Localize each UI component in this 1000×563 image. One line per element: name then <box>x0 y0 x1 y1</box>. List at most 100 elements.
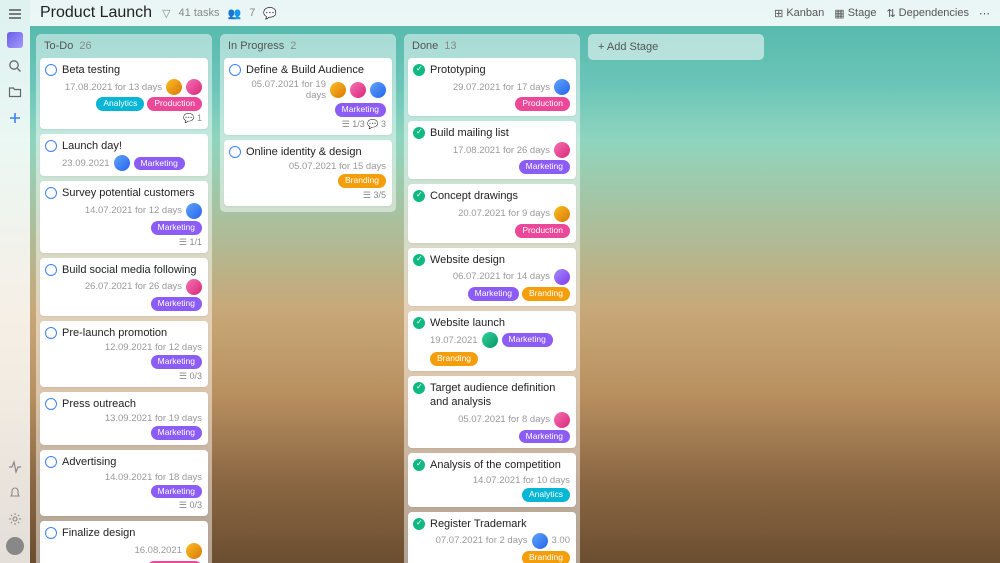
column-header[interactable]: Done 13 <box>404 34 580 58</box>
bell-icon[interactable] <box>7 485 23 501</box>
task-card[interactable]: Press outreach13.09.2021 for 19 daysMark… <box>40 392 208 445</box>
task-card[interactable]: Advertising14.09.2021 for 18 daysMarketi… <box>40 450 208 516</box>
task-card[interactable]: Online identity & design05.07.2021 for 1… <box>224 140 392 206</box>
card-title: Define & Build Audience <box>246 63 386 77</box>
user-avatar[interactable] <box>6 537 24 555</box>
card-date: 29.07.2021 for 17 days <box>430 79 570 95</box>
status-ring-icon[interactable] <box>229 64 241 76</box>
status-ring-icon[interactable] <box>413 190 425 202</box>
card-title: Finalize design <box>62 526 202 540</box>
card-date: 19.07.2021 <box>430 335 478 346</box>
card-subinfo: ☰ 0/3 <box>62 500 202 511</box>
task-card[interactable]: Define & Build Audience05.07.2021 for 19… <box>224 58 392 135</box>
status-ring-icon[interactable] <box>413 459 425 471</box>
avatar <box>114 155 130 171</box>
card-date: 17.08.2021 for 26 days <box>430 142 570 158</box>
app-logo-icon[interactable] <box>7 32 23 48</box>
search-icon[interactable] <box>7 58 23 74</box>
status-ring-icon[interactable] <box>45 327 57 339</box>
task-card[interactable]: Analysis of the competition14.07.2021 fo… <box>408 453 576 506</box>
kanban-board: To-Do 26Beta testing17.08.2021 for 13 da… <box>30 26 1000 563</box>
tasks-filter-icon[interactable]: ▽ <box>162 7 170 20</box>
task-card[interactable]: Website design06.07.2021 for 14 daysMark… <box>408 248 576 306</box>
tag-marketing: Marketing <box>151 297 202 311</box>
status-ring-icon[interactable] <box>45 398 57 410</box>
column-title: Done <box>412 40 438 52</box>
column-in-progress: In Progress 2Define & Build Audience05.0… <box>220 34 396 212</box>
task-card[interactable]: Website launch19.07.2021MarketingBrandin… <box>408 311 576 371</box>
card-date: 17.08.2021 for 13 days <box>62 79 202 95</box>
header-bar: Product Launch ▽ 41 tasks 👥 7 💬 ⊞ Kanban… <box>30 0 1000 26</box>
tag-branding: Branding <box>522 551 570 563</box>
task-card[interactable]: Build social media following26.07.2021 f… <box>40 258 208 316</box>
card-date: 07.07.2021 for 2 days3.00 <box>430 533 570 549</box>
folder-icon[interactable] <box>7 84 23 100</box>
card-date: 20.07.2021 for 9 days <box>430 206 570 222</box>
status-ring-icon[interactable] <box>413 64 425 76</box>
status-ring-icon[interactable] <box>413 317 425 329</box>
activity-icon[interactable] <box>7 459 23 475</box>
more-menu-icon[interactable]: ⋯ <box>979 7 990 20</box>
dependencies-view-button[interactable]: ⇅ Dependencies <box>886 7 969 20</box>
add-stage-button[interactable]: + Add Stage <box>588 34 764 60</box>
task-card[interactable]: Beta testing17.08.2021 for 13 daysAnalyt… <box>40 58 208 129</box>
hamburger-icon[interactable] <box>7 6 23 22</box>
column-header[interactable]: To-Do 26 <box>36 34 212 58</box>
status-ring-icon[interactable] <box>45 456 57 468</box>
task-card[interactable]: Survey potential customers14.07.2021 for… <box>40 181 208 252</box>
card-date: 13.09.2021 for 19 days <box>62 413 202 424</box>
card-date: 14.07.2021 for 12 days <box>62 203 202 219</box>
avatar <box>186 79 202 95</box>
tag-marketing: Marketing <box>151 426 202 440</box>
task-card[interactable]: Pre-launch promotion12.09.2021 for 12 da… <box>40 321 208 387</box>
tag-production: Production <box>147 97 202 111</box>
avatar <box>554 142 570 158</box>
plus-icon[interactable] <box>7 110 23 126</box>
card-title: Register Trademark <box>430 517 570 531</box>
stage-view-button[interactable]: ▦ Stage <box>834 7 876 20</box>
task-card[interactable]: Register Trademark 07.07.2021 for 2 days3… <box>408 512 576 563</box>
status-ring-icon[interactable] <box>45 527 57 539</box>
task-card[interactable]: Prototyping29.07.2021 for 17 daysProduct… <box>408 58 576 116</box>
comments-icon[interactable]: 💬 <box>263 7 277 20</box>
status-ring-icon[interactable] <box>413 518 425 530</box>
avatar <box>554 206 570 222</box>
card-subinfo: ☰ 1/3 💬 3 <box>246 119 386 130</box>
avatar <box>532 533 548 549</box>
status-ring-icon[interactable] <box>45 187 57 199</box>
task-card[interactable]: Concept drawings20.07.2021 for 9 daysPro… <box>408 184 576 242</box>
status-ring-icon[interactable] <box>413 254 425 266</box>
tag-production: Production <box>515 97 570 111</box>
tag-marketing: Marketing <box>335 103 386 117</box>
tag-analytics: Analytics <box>96 97 144 111</box>
tag-branding: Branding <box>522 287 570 301</box>
people-count: 7 <box>249 7 255 19</box>
people-icon[interactable]: 👥 <box>228 7 242 20</box>
avatar <box>370 82 386 98</box>
card-subinfo: ☰ 0/3 <box>62 371 202 382</box>
status-ring-icon[interactable] <box>45 264 57 276</box>
gear-icon[interactable] <box>7 511 23 527</box>
column-header[interactable]: In Progress 2 <box>220 34 396 58</box>
card-subinfo: ☰ 1/1 <box>62 237 202 248</box>
avatar <box>166 79 182 95</box>
card-title: Build social media following <box>62 263 202 277</box>
kanban-view-button[interactable]: ⊞ Kanban <box>774 7 824 20</box>
card-title: Advertising <box>62 455 202 469</box>
status-ring-icon[interactable] <box>45 140 57 152</box>
card-date: 14.09.2021 for 18 days <box>62 472 202 483</box>
tag-production: Production <box>515 224 570 238</box>
card-title: Launch day! <box>62 139 202 153</box>
status-ring-icon[interactable] <box>45 64 57 76</box>
card-subinfo: ☰ 3/5 <box>246 190 386 201</box>
column-title: In Progress <box>228 40 284 52</box>
status-ring-icon[interactable] <box>413 127 425 139</box>
tasks-count[interactable]: 41 tasks <box>179 7 220 19</box>
task-card[interactable]: Launch day!23.09.2021Marketing <box>40 134 208 176</box>
card-title: Website launch <box>430 316 570 330</box>
task-card[interactable]: Build mailing list17.08.2021 for 26 days… <box>408 121 576 179</box>
task-card[interactable]: Finalize design16.08.2021Production <box>40 521 208 563</box>
task-card[interactable]: Target audience definition and analysis0… <box>408 376 576 448</box>
status-ring-icon[interactable] <box>413 382 425 394</box>
status-ring-icon[interactable] <box>229 146 241 158</box>
